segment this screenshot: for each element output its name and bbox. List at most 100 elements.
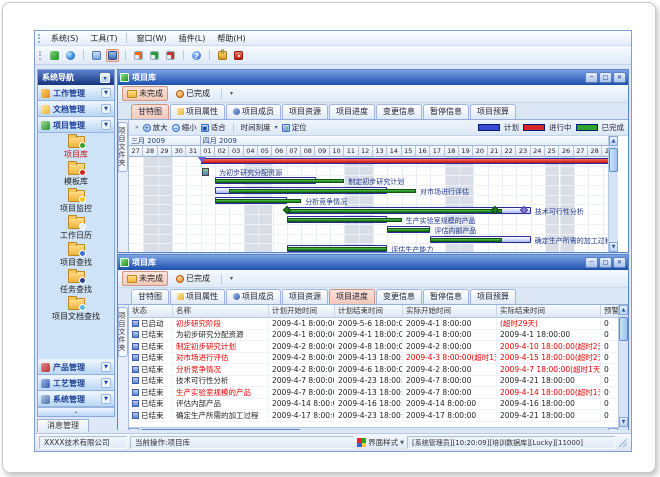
column-header-实际开始时间[interactable]: 实际开始时间 [403, 305, 497, 318]
scroll-up-icon[interactable]: ▲ [609, 136, 618, 146]
mail-check-icon[interactable] [148, 49, 161, 62]
sidebar-item-工作日历[interactable]: 工作日历 [60, 217, 92, 241]
tab-项目进度[interactable]: 项目进度 [329, 104, 375, 119]
tab-项目资源[interactable]: 项目资源 [282, 104, 328, 119]
tab-变更信息[interactable]: 变更信息 [376, 289, 422, 304]
minimize-button[interactable]: ─ [585, 257, 598, 268]
day-cell[interactable]: 11 [344, 146, 358, 157]
tab-项目资源[interactable]: 项目资源 [282, 289, 328, 304]
resize-grip[interactable] [619, 439, 627, 447]
table-row[interactable]: 已结束为初步研究分配资源2009-4-1 8:00:002009-4-1 18:… [129, 330, 618, 342]
globe-icon[interactable] [64, 49, 77, 62]
mail-delete-icon[interactable] [164, 49, 177, 62]
tab-项目成员[interactable]: 项目成员 [226, 104, 281, 119]
scroll-thumb[interactable] [619, 317, 628, 341]
day-cell[interactable]: 13 [373, 146, 387, 157]
more-chevron-icon[interactable]: » [135, 124, 139, 131]
sidebar-group-系统管理[interactable]: 系统管理▼ [38, 391, 114, 407]
day-cell[interactable]: 23 [516, 146, 530, 157]
tab-变更信息[interactable]: 变更信息 [376, 104, 422, 119]
time-scale-button[interactable]: 时间刻度▾ [241, 122, 278, 133]
sidebar-group-项目管理[interactable]: 项目管理▼ [38, 117, 114, 133]
day-cell[interactable]: 10 [330, 146, 344, 157]
column-header-实际结束时间[interactable]: 实际结束时间 [497, 305, 601, 318]
day-cell[interactable]: 26 [559, 146, 573, 157]
chevron-down-icon[interactable]: ▼ [101, 120, 111, 130]
actual-bar[interactable] [229, 189, 416, 193]
day-cell[interactable]: 28 [588, 146, 602, 157]
table-row[interactable]: 已结束确定生产所需的加工过程2009-4-17 8:00:002009-4-23… [129, 410, 618, 422]
task-marker-icon[interactable] [202, 168, 209, 176]
minimize-button[interactable]: ─ [585, 72, 598, 83]
day-cell[interactable]: 08 [301, 146, 315, 157]
table-row[interactable]: 已启动初步研究阶段2009-4-1 8:00:002009-5-6 18:00:… [129, 318, 618, 330]
maximize-button[interactable]: □ [599, 72, 612, 83]
chevron-down-icon[interactable]: ▼ [101, 104, 111, 114]
day-cell[interactable]: 01 [201, 146, 215, 157]
sidebar-overflow-chevron[interactable]: ⌄ [38, 407, 114, 416]
actual-bar[interactable] [287, 209, 502, 213]
fit-button[interactable]: ▣适合 [201, 122, 226, 133]
column-header-名称[interactable]: 名称 [173, 305, 269, 318]
day-cell[interactable]: 29 [158, 146, 172, 157]
table-hscrollbar[interactable]: ◀▶ [129, 427, 618, 430]
day-cell[interactable]: 30 [172, 146, 186, 157]
scroll-thumb[interactable] [609, 148, 618, 172]
sidebar-item-项目文档查找[interactable]: 项目文档查找 [52, 298, 100, 322]
chevron-down-icon[interactable]: ▼ [101, 362, 111, 372]
day-cell[interactable]: 22 [502, 146, 516, 157]
progress-bar[interactable] [201, 158, 618, 164]
locate-button[interactable]: ◎定位 [282, 122, 307, 133]
day-cell[interactable]: 09 [315, 146, 329, 157]
day-cell[interactable]: 18 [445, 146, 459, 157]
sidebar-item-项目监控[interactable]: 项目监控 [60, 190, 92, 214]
day-cell[interactable]: 15 [402, 146, 416, 157]
project-folder-vertical-tab[interactable]: 项目文件夹 [118, 122, 128, 172]
tab-项目成员[interactable]: 项目成员 [226, 289, 281, 304]
menu-item-1[interactable]: 工具(T) [84, 32, 123, 45]
actual-bar[interactable] [287, 218, 402, 222]
child-window-titlebar[interactable]: 项目库─□✕ [118, 70, 628, 85]
message-management-tab[interactable]: 消息管理 [37, 419, 89, 432]
table-vscrollbar[interactable]: ▲▼ [618, 305, 628, 430]
scroll-right-icon[interactable]: ▶ [608, 428, 618, 431]
close-button[interactable]: ✕ [613, 257, 626, 268]
table-row[interactable]: 已结束评估内部产品2009-4-14 8:00:002009-4-16 18:0… [129, 399, 618, 411]
scroll-up-icon[interactable]: ▲ [619, 305, 628, 315]
incomplete-filter-button[interactable]: 未完成 [122, 271, 168, 286]
tab-项目属性[interactable]: 项目属性 [170, 104, 225, 119]
tab-项目属性[interactable]: 项目属性 [170, 289, 225, 304]
chevron-down-icon[interactable]: ▼ [101, 394, 111, 404]
day-cell[interactable]: 06 [272, 146, 286, 157]
tab-暂停信息[interactable]: 暂停信息 [423, 104, 469, 119]
sidebar-item-项目库[interactable]: 项目库 [64, 136, 88, 160]
incomplete-filter-button[interactable]: 未完成 [122, 86, 168, 101]
actual-bar[interactable] [287, 247, 387, 251]
overflow-chevron-icon[interactable]: ▾ [230, 90, 233, 97]
complete-filter-button[interactable]: 已完成 [171, 86, 215, 101]
tab-项目进度[interactable]: 项目进度 [329, 289, 375, 304]
lock-icon[interactable] [216, 49, 229, 62]
chevron-down-icon[interactable]: ▼ [101, 378, 111, 388]
folder-open-icon[interactable] [90, 49, 103, 62]
menu-item-4[interactable]: 帮助(H) [211, 32, 251, 45]
actual-bar[interactable] [215, 179, 344, 183]
sidebar-item-模板库[interactable]: 模板库 [64, 163, 88, 187]
column-header-状态[interactable]: 状态 [129, 305, 173, 318]
project-folder-vertical-tab[interactable]: 项目文件夹 [118, 307, 128, 357]
day-cell[interactable]: 28 [143, 146, 157, 157]
ui-style-button[interactable]: 界面样式 ▼ [357, 437, 404, 448]
table-row[interactable]: 已结束制定初步研究计划2009-4-2 8:00:002009-4-8 18:0… [129, 341, 618, 353]
sidebar-group-工艺管理[interactable]: 工艺管理▼ [38, 375, 114, 391]
zoom-in-button[interactable]: +放大 [143, 122, 168, 133]
gantt-vscrollbar[interactable]: ▲▼ [608, 136, 618, 252]
exit-icon[interactable] [232, 49, 245, 62]
column-header-计划结束时间[interactable]: 计划结束时间 [335, 305, 403, 318]
day-cell[interactable]: 27 [129, 146, 143, 157]
tab-项目预算[interactable]: 项目预算 [470, 104, 516, 119]
day-cell[interactable]: 19 [459, 146, 473, 157]
day-cell[interactable]: 04 [244, 146, 258, 157]
day-cell[interactable]: 20 [473, 146, 487, 157]
day-cell[interactable]: 27 [574, 146, 588, 157]
tab-甘特图[interactable]: 甘特图 [131, 289, 169, 304]
